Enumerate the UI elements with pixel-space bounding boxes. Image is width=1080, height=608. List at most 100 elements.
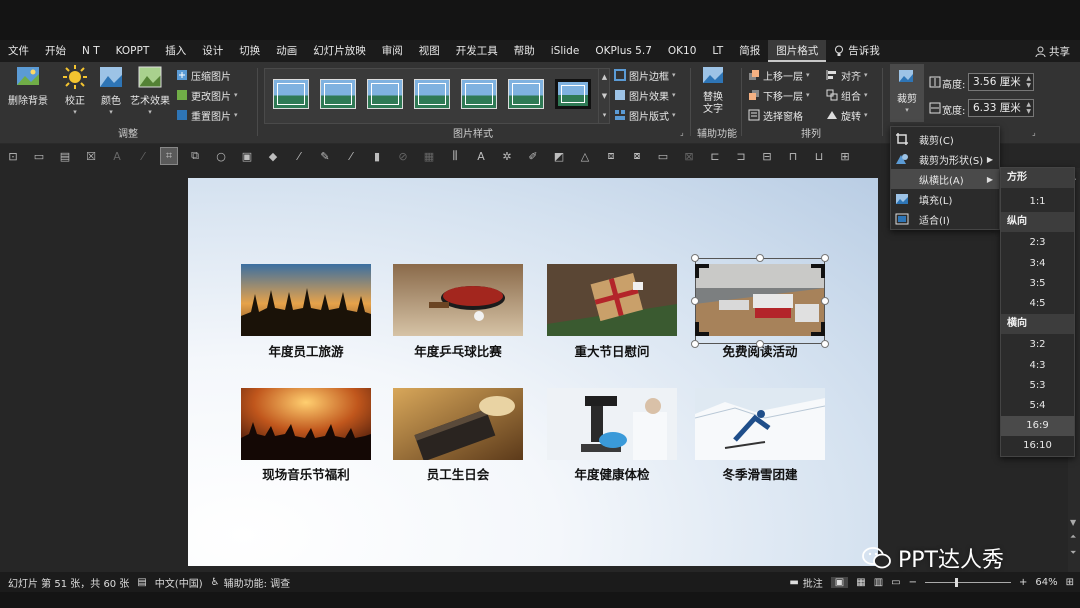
x-box-icon[interactable]: ⊠	[681, 148, 697, 164]
distribute-icon[interactable]: ⊞	[837, 148, 853, 164]
ratio-16-9[interactable]: 16:9	[1001, 416, 1074, 436]
zoom-slider[interactable]	[924, 578, 1011, 587]
tab-islide[interactable]: iSlide	[543, 40, 588, 62]
tab-animations[interactable]: 动画	[268, 40, 305, 62]
eyedropper-icon[interactable]: ⁄	[291, 148, 307, 164]
pen-icon[interactable]: ⁄	[135, 148, 151, 164]
resize-handle[interactable]	[821, 297, 829, 305]
width-spinner[interactable]: ▲ ▼	[1026, 101, 1031, 115]
photo-travel[interactable]	[241, 264, 371, 336]
tab-insert[interactable]: 插入	[157, 40, 194, 62]
fill-bucket-icon[interactable]: ◆	[265, 148, 281, 164]
menu-item-crop[interactable]: 裁剪(C)	[891, 129, 999, 149]
lock-icon[interactable]: ⊡	[5, 148, 21, 164]
crop-handle-bottom-right[interactable]	[811, 322, 825, 336]
zoom-level[interactable]: 64%	[1035, 577, 1057, 588]
height-input[interactable]: 3.56 厘米 ▲ ▼	[968, 73, 1034, 91]
settings-icon[interactable]: ✲	[499, 148, 515, 164]
photo-concert[interactable]	[241, 388, 371, 460]
resize-handle[interactable]	[756, 254, 764, 262]
text-art-icon[interactable]: A	[473, 148, 489, 164]
circle-icon[interactable]: ○	[213, 148, 229, 164]
tab-home[interactable]: 开始	[37, 40, 74, 62]
menu-item-aspect-ratio[interactable]: 纵横比(A) ▶	[891, 169, 999, 189]
font-color-icon[interactable]: A	[109, 148, 125, 164]
outline-icon[interactable]: ✎	[317, 148, 333, 164]
slide-sorter-icon[interactable]: ▦	[856, 577, 865, 588]
ratio-3-2[interactable]: 3:2	[1001, 335, 1074, 355]
zoom-out-icon[interactable]: −	[909, 577, 917, 588]
fit-to-window-icon[interactable]: ⊞	[1066, 577, 1074, 588]
copy-format-icon[interactable]: ⧉	[187, 148, 203, 164]
zoom-in-icon[interactable]: +	[1019, 577, 1027, 588]
prev-slide-icon[interactable]: ⏶	[1070, 532, 1076, 542]
menu-item-fit[interactable]: 适合(I)	[891, 209, 999, 229]
width-input[interactable]: 6.33 厘米 ▲ ▼	[968, 99, 1034, 117]
language-indicator[interactable]: 中文(中国)	[155, 575, 203, 590]
tab-okplus[interactable]: OKPlus 5.7	[587, 40, 660, 62]
ratio-5-4[interactable]: 5:4	[1001, 396, 1074, 416]
scroll-down-icon[interactable]: ▼	[1070, 518, 1076, 527]
tab-picture-format[interactable]: 图片格式	[768, 40, 827, 62]
mountain-icon[interactable]: △	[577, 148, 593, 164]
accessibility-status[interactable]: ♿ 辅助功能: 调查	[211, 575, 291, 590]
photo-skiing[interactable]	[695, 388, 825, 460]
ratio-5-3[interactable]: 5:3	[1001, 376, 1074, 396]
crop-button[interactable]: 裁剪 ▾	[890, 64, 924, 122]
disabled-icon[interactable]: ⊘	[395, 148, 411, 164]
photo-birthday[interactable]	[393, 388, 523, 460]
align-center-icon[interactable]: ⊐	[733, 148, 749, 164]
tab-ok10[interactable]: OK10	[660, 40, 705, 62]
tab-lt[interactable]: LT	[704, 40, 731, 62]
ratio-16-10[interactable]: 16:10	[1001, 436, 1074, 456]
ratio-3-4[interactable]: 3:4	[1001, 254, 1074, 274]
tab-slideshow[interactable]: 幻灯片放映	[305, 40, 374, 62]
menu-item-crop-to-shape[interactable]: 裁剪为形状(S) ▶	[891, 149, 999, 169]
transparency-icon[interactable]: ◩	[551, 148, 567, 164]
next-slide-icon[interactable]: ⏷	[1070, 548, 1076, 558]
comments-button[interactable]: ▬ 批注	[789, 575, 822, 590]
tab-review[interactable]: 审阅	[374, 40, 411, 62]
tab-design[interactable]: 设计	[194, 40, 231, 62]
photo-pingpong[interactable]	[393, 264, 523, 336]
resize-handle[interactable]	[821, 340, 829, 348]
intersect-icon[interactable]: ⧇	[629, 148, 645, 164]
line-eyedropper-icon[interactable]: ⁄	[343, 148, 359, 164]
normal-view-icon[interactable]: ▣	[830, 576, 849, 588]
grid-icon[interactable]: ▦	[421, 148, 437, 164]
ratio-4-5[interactable]: 4:5	[1001, 294, 1074, 314]
slideshow-icon[interactable]: ▭	[891, 577, 900, 588]
tab-developer[interactable]: 开发工具	[448, 40, 506, 62]
crop-selection-frame[interactable]	[695, 258, 825, 344]
columns-icon[interactable]: ⫼	[447, 148, 463, 164]
resize-handle[interactable]	[756, 340, 764, 348]
resize-handle[interactable]	[691, 297, 699, 305]
slide-canvas[interactable]: 年度员工旅游 年度乒乓球比赛 重大节日慰问 免费阅读活动 现场音乐节福利 员工生…	[188, 178, 878, 566]
crop-handle-bottom-left[interactable]	[695, 322, 709, 336]
color-blocks-icon[interactable]: ▣	[239, 148, 255, 164]
dialog-launcher-icon[interactable]: ⌟	[680, 128, 684, 137]
frame-icon[interactable]: ▭	[31, 148, 47, 164]
paint-brush-icon[interactable]: ✐	[525, 148, 541, 164]
textbox-icon[interactable]: ▤	[57, 148, 73, 164]
align-top-icon[interactable]: ⊓	[785, 148, 801, 164]
crop-handle-top-left[interactable]	[695, 264, 709, 278]
reading-view-icon[interactable]: ▥	[874, 577, 883, 588]
resize-handle[interactable]	[691, 254, 699, 262]
crop-tool-icon[interactable]: ⌗	[160, 147, 178, 165]
ratio-1-1[interactable]: 1:1	[1001, 192, 1074, 212]
resize-handle[interactable]	[691, 340, 699, 348]
share-button[interactable]: 共享	[1025, 44, 1080, 59]
tell-me[interactable]: 告诉我	[826, 40, 888, 62]
tab-koppt[interactable]: KOPPT	[108, 40, 158, 62]
photo-health-check[interactable]	[547, 388, 677, 460]
ratio-4-3[interactable]: 4:3	[1001, 356, 1074, 376]
ratio-2-3[interactable]: 2:3	[1001, 233, 1074, 253]
close-box-icon[interactable]: ☒	[83, 148, 99, 164]
spellcheck-icon[interactable]: ▤	[137, 577, 146, 588]
menu-item-fill[interactable]: 填充(L)	[891, 189, 999, 209]
screen-icon[interactable]: ▭	[655, 148, 671, 164]
align-middle-icon[interactable]: ⊟	[759, 148, 775, 164]
size-dialog-launcher-icon[interactable]: ⌟	[1032, 128, 1036, 137]
tab-nt[interactable]: N T	[74, 40, 108, 62]
